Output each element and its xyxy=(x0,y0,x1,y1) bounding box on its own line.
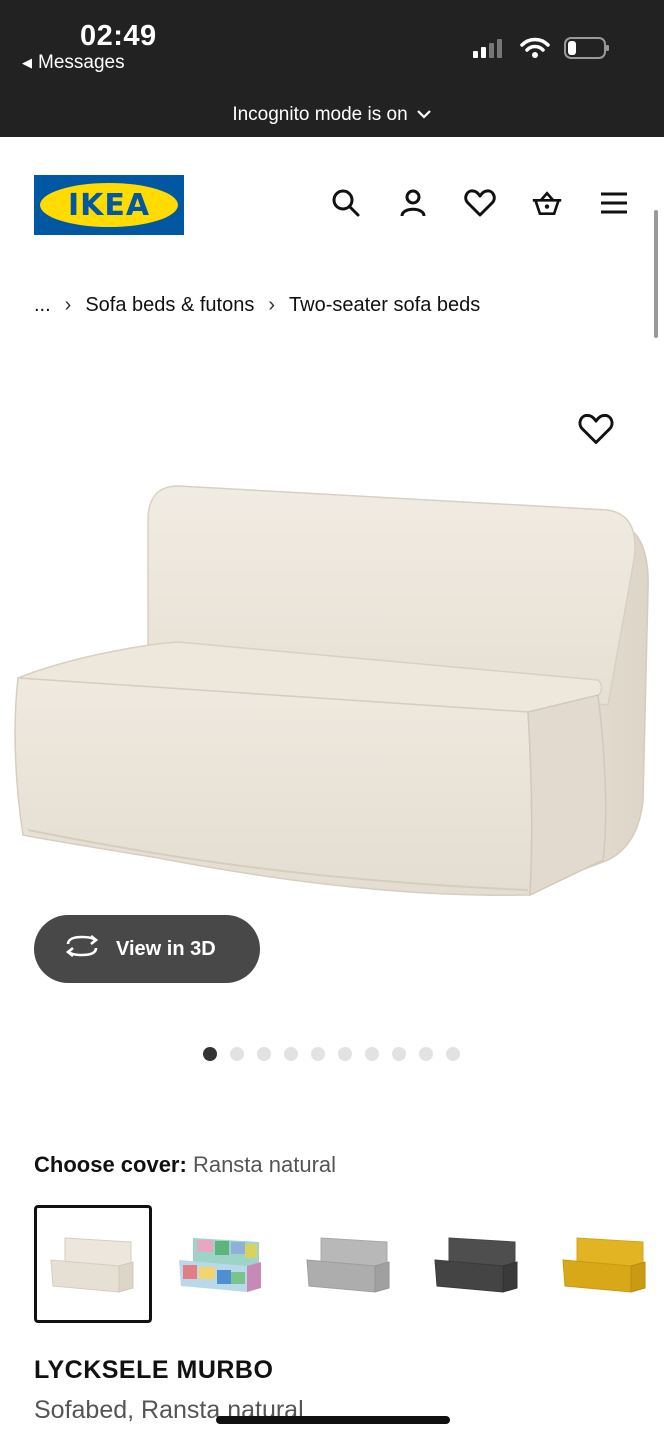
account-icon[interactable] xyxy=(397,187,429,219)
cover-swatch-multicolor[interactable] xyxy=(162,1205,280,1323)
cover-swatch-ransta-natural[interactable] xyxy=(34,1205,152,1323)
product-name: LYCKSELE MURBO xyxy=(34,1356,274,1384)
choose-cover-value: Ransta natural xyxy=(192,1152,337,1177)
chevron-right-icon: › xyxy=(268,294,276,316)
carousel-dot[interactable] xyxy=(203,1047,217,1061)
search-icon[interactable] xyxy=(330,187,362,219)
choose-cover-title: Choose cover: xyxy=(34,1152,187,1177)
back-to-messages-button[interactable]: ◀ Messages xyxy=(22,52,125,74)
carousel-dot[interactable] xyxy=(365,1047,379,1061)
carousel-dot[interactable] xyxy=(446,1047,460,1061)
carousel-dot[interactable] xyxy=(338,1047,352,1061)
cover-swatch-light-grey[interactable] xyxy=(290,1205,408,1323)
breadcrumb-ellipsis[interactable]: ... xyxy=(34,294,51,317)
system-icons xyxy=(472,36,610,65)
product-image[interactable] xyxy=(8,480,656,910)
carousel-dot[interactable] xyxy=(284,1047,298,1061)
ikea-logo[interactable]: IKEA xyxy=(34,175,184,235)
rotate-3d-icon xyxy=(64,934,100,964)
clock: 02:49 xyxy=(80,20,157,52)
logo-oval: IKEA xyxy=(40,183,178,227)
cover-swatch-dark-grey[interactable] xyxy=(418,1205,536,1323)
heart-icon[interactable] xyxy=(464,187,496,219)
wifi-icon xyxy=(520,37,550,64)
view-in-3d-button[interactable]: View in 3D xyxy=(34,915,260,983)
carousel-dot[interactable] xyxy=(419,1047,433,1061)
carousel-dot[interactable] xyxy=(392,1047,406,1061)
header-icons xyxy=(330,187,630,219)
cover-swatches xyxy=(34,1205,664,1323)
chevron-down-icon xyxy=(416,104,432,126)
battery-icon xyxy=(564,36,610,65)
status-bar: 02:49 ◀ Messages Incognito mode is on xyxy=(0,0,664,137)
choose-cover-label: Choose cover: Ransta natural xyxy=(34,1152,336,1178)
page-scrollbar[interactable] xyxy=(654,210,658,338)
site-header: IKEA xyxy=(0,137,664,267)
back-label: Messages xyxy=(38,52,125,73)
incognito-text: Incognito mode is on xyxy=(232,104,408,125)
carousel-dot[interactable] xyxy=(257,1047,271,1061)
carousel-dot[interactable] xyxy=(230,1047,244,1061)
chevron-right-icon: › xyxy=(64,294,72,316)
add-to-favourites-button[interactable] xyxy=(578,412,614,448)
basket-icon[interactable] xyxy=(531,187,563,219)
cover-swatch-yellow[interactable] xyxy=(546,1205,664,1323)
view-in-3d-label: View in 3D xyxy=(116,937,216,960)
home-indicator[interactable] xyxy=(216,1416,450,1424)
cellular-signal-icon xyxy=(472,37,506,64)
breadcrumb: ... › Sofa beds & futons › Two-seater so… xyxy=(34,294,480,317)
breadcrumb-item-two-seater[interactable]: Two-seater sofa beds xyxy=(289,294,480,317)
carousel-dot[interactable] xyxy=(311,1047,325,1061)
menu-icon[interactable] xyxy=(598,187,630,219)
logo-text: IKEA xyxy=(67,187,151,223)
image-carousel-dots xyxy=(203,1047,460,1061)
back-arrow-icon: ◀ xyxy=(22,55,32,70)
incognito-banner[interactable]: Incognito mode is on xyxy=(0,104,664,126)
breadcrumb-item-sofa-beds[interactable]: Sofa beds & futons xyxy=(85,294,254,317)
heart-icon xyxy=(578,414,614,444)
